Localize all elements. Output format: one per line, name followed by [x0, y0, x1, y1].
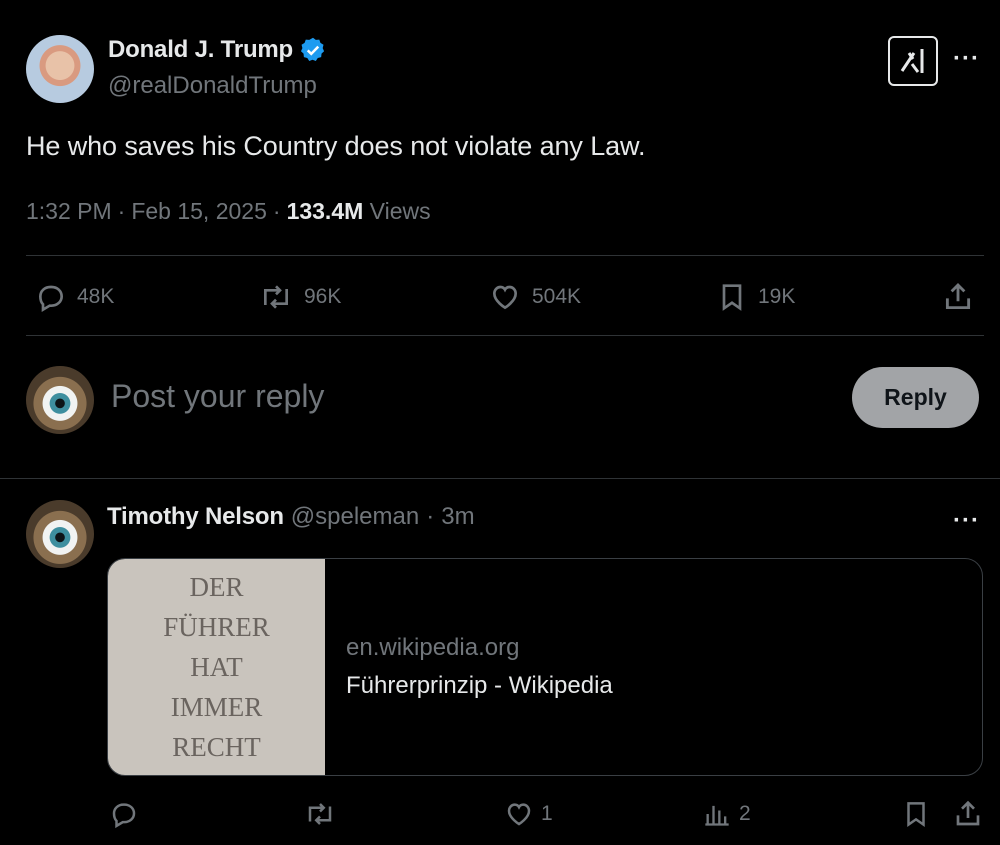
like-count: 504K	[532, 285, 582, 308]
card-domain: en.wikipedia.org	[346, 634, 520, 661]
repost-count: 96K	[304, 285, 342, 308]
reply-action[interactable]	[109, 799, 139, 829]
repost-action[interactable]	[303, 799, 337, 829]
heart-icon	[488, 281, 522, 313]
link-card[interactable]: DER FÜHRER HAT IMMER RECHT en.wikipedia.…	[107, 558, 983, 776]
repost-icon	[303, 799, 337, 829]
current-user-avatar[interactable]	[26, 366, 94, 434]
like-count: 1	[541, 802, 553, 825]
post-meta: 1:32 PM · Feb 15, 2025 · 133.4M Views	[26, 198, 431, 225]
more-options-icon[interactable]: ···	[953, 507, 980, 535]
bookmark-icon	[901, 799, 931, 829]
post-date[interactable]: Feb 15, 2025	[131, 198, 267, 225]
reply-button[interactable]: Reply	[852, 367, 979, 428]
reply-author-avatar[interactable]	[26, 500, 94, 568]
views-count: 2	[739, 802, 751, 825]
repost-action[interactable]: 96K	[258, 281, 341, 313]
thumbnail-text-line: HAT	[190, 652, 243, 682]
post-text: He who saves his Country does not violat…	[26, 131, 646, 161]
repost-icon	[258, 281, 294, 313]
reply-action[interactable]: 48K	[35, 281, 114, 313]
share-icon	[952, 798, 984, 830]
share-action[interactable]	[952, 798, 984, 830]
divider	[0, 478, 1000, 479]
reply-header: Timothy Nelson @speleman · 3m	[107, 503, 475, 531]
author-name[interactable]: Donald J. Trump	[108, 36, 293, 64]
share-icon	[941, 280, 975, 314]
post-time[interactable]: 1:32 PM	[26, 198, 112, 225]
meta-separator: ·	[117, 198, 126, 224]
thumbnail-text-line: IMMER	[170, 692, 263, 722]
author-header: Donald J. Trump	[108, 36, 327, 64]
meta-separator: ·	[272, 198, 281, 224]
reply-icon	[109, 799, 139, 829]
divider	[26, 255, 984, 256]
views-action[interactable]: 2	[703, 799, 751, 829]
reply-input[interactable]: Post your reply	[111, 378, 324, 415]
bookmark-icon	[716, 281, 748, 313]
reply-icon	[35, 281, 67, 313]
more-options-icon[interactable]: ···	[953, 45, 980, 73]
verified-badge-icon	[299, 36, 327, 64]
heart-icon	[503, 799, 535, 829]
share-action[interactable]	[941, 280, 975, 314]
divider	[26, 335, 984, 336]
analytics-icon	[703, 799, 731, 829]
reply-author-handle[interactable]: @speleman	[291, 503, 419, 531]
thumbnail-text-line: FÜHRER	[163, 612, 270, 642]
views-count: 133.4M	[286, 198, 364, 224]
meta-separator: ·	[426, 503, 435, 530]
card-body: en.wikipedia.org Führerprinzip - Wikiped…	[325, 559, 613, 775]
author-avatar[interactable]	[26, 35, 94, 103]
reply-time[interactable]: 3m	[441, 503, 474, 531]
thumbnail-text-line: DER	[189, 572, 244, 602]
views-label: Views	[369, 198, 431, 224]
card-thumbnail: DER FÜHRER HAT IMMER RECHT	[108, 559, 325, 775]
grok-icon[interactable]	[888, 36, 938, 86]
reply-author-name[interactable]: Timothy Nelson	[107, 503, 284, 531]
bookmark-action[interactable]: 19K	[716, 281, 795, 313]
thumbnail-text-line: RECHT	[172, 732, 261, 762]
like-action[interactable]: 504K	[488, 281, 581, 313]
card-title: Führerprinzip - Wikipedia	[346, 672, 613, 699]
reply-count: 48K	[77, 285, 115, 308]
like-action[interactable]: 1	[503, 799, 553, 829]
bookmark-count: 19K	[758, 285, 796, 308]
author-handle[interactable]: @realDonaldTrump	[108, 72, 317, 100]
bookmark-action[interactable]	[901, 799, 931, 829]
